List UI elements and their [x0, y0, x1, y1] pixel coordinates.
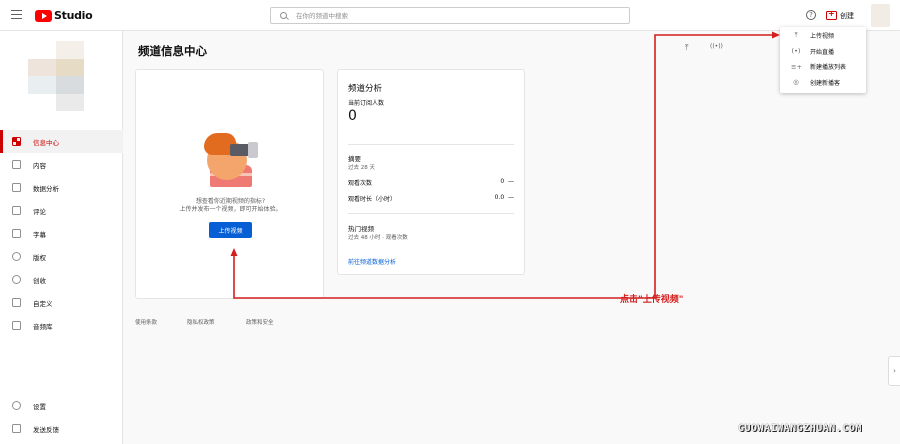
- page-title: 频道信息中心: [138, 44, 207, 58]
- annotation-arrowhead-menu: [772, 31, 780, 39]
- sidebar-item-content[interactable]: 内容: [0, 153, 123, 176]
- customization-icon: [12, 298, 21, 307]
- feedback-icon: [12, 424, 21, 433]
- sidebar-item-label: 数据分析: [33, 184, 59, 193]
- account-avatar[interactable]: [871, 4, 890, 27]
- live-icon: (•): [791, 47, 801, 56]
- sidebar-item-label: 信息中心: [33, 138, 59, 147]
- divider: [348, 213, 514, 214]
- create-button[interactable]: 创建: [826, 8, 854, 23]
- creator-illustration: [204, 133, 260, 191]
- channel-avatar[interactable]: [28, 41, 84, 111]
- subscribers-label: 当前订阅人数: [348, 100, 385, 107]
- audio-library-icon: [12, 321, 21, 330]
- studio-logo[interactable]: Studio: [35, 9, 93, 22]
- sidebar-item-analytics[interactable]: 数据分析: [0, 176, 123, 199]
- create-label: 创建: [840, 11, 854, 20]
- menu-icon[interactable]: [11, 10, 22, 20]
- subscribers-count: 0: [348, 108, 357, 124]
- sidebar-item-comments[interactable]: 评论: [0, 199, 123, 222]
- watermark: GUOWAIWANGZHUAN.COM: [738, 423, 862, 434]
- sidebar: 信息中心 内容 数据分析 评论 字幕 版权 创收 自定义 音频库 设置 发送反馈: [0, 31, 123, 444]
- menu-item-label: 开始直播: [810, 48, 835, 56]
- sidebar-item-label: 音频库: [33, 322, 53, 331]
- search-input[interactable]: [296, 11, 616, 20]
- menu-item-label: 新建播放列表: [810, 64, 847, 72]
- metric-value: 0.0: [494, 194, 505, 201]
- menu-item-go-live[interactable]: (•) 开始直播: [780, 44, 866, 60]
- channel-analytics-card: 频道分析 当前订阅人数 0 摘要 过去 28 天 观看次数 0 — 观看时长（小…: [337, 69, 525, 275]
- podcast-icon: ◎: [793, 78, 799, 87]
- sidebar-item-label: 版权: [33, 253, 46, 262]
- sidebar-item-settings[interactable]: 设置: [0, 394, 123, 417]
- subtitles-icon: [12, 229, 21, 238]
- privacy-link[interactable]: 隐私权政策: [187, 318, 215, 326]
- live-icon[interactable]: ((•)): [710, 43, 723, 50]
- content-icon: [12, 160, 21, 169]
- top-bar: Studio ? 创建: [0, 0, 900, 31]
- logo-text: Studio: [54, 9, 93, 22]
- metric-value: 0: [500, 178, 505, 185]
- summary-period: 过去 28 天: [348, 165, 375, 171]
- sidebar-item-audio-library[interactable]: 音频库: [0, 314, 123, 337]
- metric-label: 观看时长（小时）: [348, 196, 397, 203]
- dashboard-icon: [12, 137, 21, 146]
- upload-card: 想查看你近期视频的指标? 上传并发布一个视频，即可开始体验。 上传视频: [135, 69, 324, 299]
- sidebar-item-customization[interactable]: 自定义: [0, 291, 123, 314]
- menu-item-upload-video[interactable]: ⤒ 上传视频: [780, 28, 866, 44]
- youtube-logo-icon: [35, 9, 52, 22]
- terms-link[interactable]: 使用条款: [135, 318, 157, 326]
- sidebar-item-dashboard[interactable]: 信息中心: [0, 130, 123, 153]
- analytics-title: 频道分析: [348, 84, 383, 94]
- sidebar-item-label: 发送反馈: [33, 425, 59, 434]
- sidebar-item-label: 设置: [33, 402, 46, 411]
- search-icon: [280, 12, 287, 19]
- sidebar-item-label: 内容: [33, 161, 46, 170]
- sidebar-item-label: 创收: [33, 276, 46, 285]
- sidebar-bottom: 设置 发送反馈: [0, 394, 123, 440]
- playlist-add-icon: ≡+: [791, 62, 802, 71]
- top-videos-period: 过去 48 小时 · 观看次数: [348, 235, 408, 241]
- sidebar-item-label: 评论: [33, 207, 46, 216]
- settings-icon: [12, 401, 21, 410]
- copyright-icon: [12, 252, 21, 261]
- upload-video-button[interactable]: 上传视频: [209, 222, 252, 238]
- annotation-label: 点击"上传视频": [620, 295, 684, 305]
- menu-item-new-podcast[interactable]: ◎ 创建新播客: [780, 75, 866, 91]
- upload-icon[interactable]: ⤒: [685, 43, 694, 52]
- metric-row-watch-time: 观看时长（小时） 0.0 —: [348, 194, 514, 203]
- sidebar-item-subtitles[interactable]: 字幕: [0, 222, 123, 245]
- divider: [348, 144, 514, 145]
- comments-icon: [12, 206, 21, 215]
- sidebar-item-feedback[interactable]: 发送反馈: [0, 417, 123, 440]
- upload-icon: ⤒: [794, 31, 798, 40]
- analytics-icon: [12, 183, 21, 192]
- sidebar-item-monetization[interactable]: 创收: [0, 268, 123, 291]
- sidebar-nav: 信息中心 内容 数据分析 评论 字幕 版权 创收 自定义 音频库: [0, 130, 123, 337]
- monetization-icon: [12, 275, 21, 284]
- top-videos-title: 热门视频: [348, 225, 374, 233]
- menu-item-label: 上传视频: [810, 33, 835, 41]
- upload-message-sub: 上传并发布一个视频，即可开始体验。: [179, 206, 282, 213]
- summary-title: 摘要: [348, 155, 361, 163]
- help-icon[interactable]: ?: [806, 10, 816, 20]
- metric-row-views: 观看次数 0 —: [348, 178, 514, 187]
- metric-trend: —: [508, 178, 514, 185]
- annotation-arrow-to-menu: [612, 34, 778, 299]
- policy-link[interactable]: 政策和安全: [246, 318, 274, 326]
- create-video-icon: [826, 9, 837, 20]
- menu-item-label: 创建新播客: [810, 79, 841, 87]
- create-menu: ⤒ 上传视频 (•) 开始直播 ≡+ 新建播放列表 ◎ 创建新播客: [780, 27, 866, 93]
- go-to-analytics-link[interactable]: 前往频道数据分析: [348, 257, 396, 266]
- sidebar-item-label: 字幕: [33, 230, 46, 239]
- metric-label: 观看次数: [348, 180, 373, 187]
- menu-item-new-playlist[interactable]: ≡+ 新建播放列表: [780, 59, 866, 75]
- sidebar-item-label: 自定义: [33, 299, 53, 308]
- metric-trend: —: [508, 194, 514, 201]
- sidebar-item-copyright[interactable]: 版权: [0, 245, 123, 268]
- expand-handle-icon[interactable]: ›: [888, 356, 900, 386]
- search-box[interactable]: [270, 7, 630, 24]
